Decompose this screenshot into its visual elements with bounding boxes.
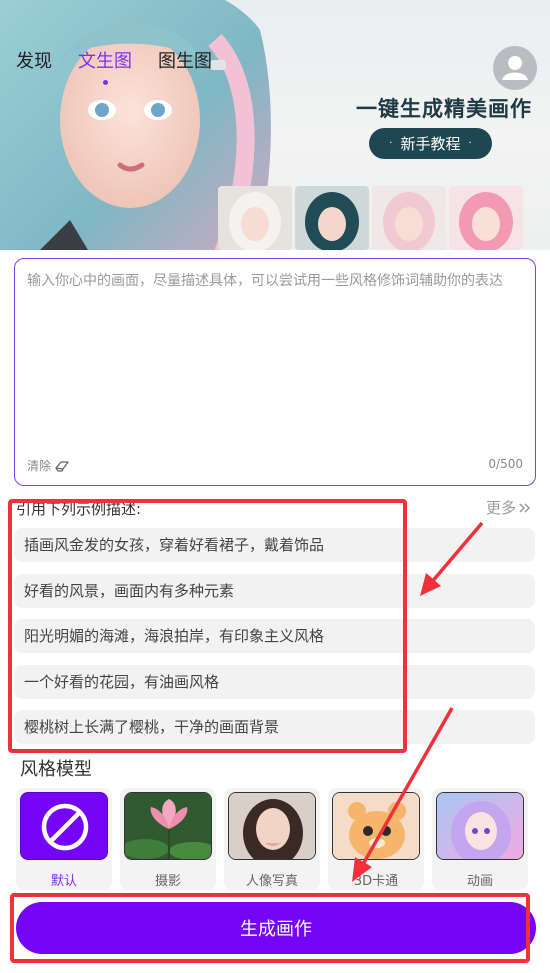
ban-icon	[20, 792, 108, 860]
anime-girl-thumbnail	[436, 792, 524, 860]
tutorial-dot-left: ·	[389, 138, 393, 149]
prompt-box: 清除 0/500	[14, 258, 536, 486]
more-label: 更多	[486, 499, 517, 517]
eraser-icon	[55, 460, 69, 472]
example-item[interactable]: 插画风金发的女孩，穿着好看裙子，戴着饰品	[14, 528, 535, 562]
banner-slogan: 一键生成精美画作	[356, 97, 532, 121]
lotus-photo-thumbnail	[124, 792, 212, 860]
double-chevron-right-icon	[519, 502, 531, 513]
banner-sample-thumbnails	[218, 186, 523, 250]
tab-discover[interactable]: 发现	[16, 50, 52, 74]
style-models-title: 风格模型	[20, 759, 92, 780]
char-counter: 0/500	[488, 457, 523, 471]
example-item[interactable]: 樱桃树上长满了樱桃，干净的画面背景	[14, 710, 535, 744]
style-model-3d-cartoon[interactable]: 3D卡通	[328, 788, 424, 890]
style-model-photo[interactable]: 摄影	[120, 788, 216, 890]
example-item[interactable]: 阳光明媚的海滩，海浪拍岸，有印象主义风格	[14, 619, 535, 653]
style-model-label: 默认	[50, 874, 77, 889]
more-examples-link[interactable]: 更多	[486, 497, 532, 518]
tutorial-button[interactable]: · 新手教程 ·	[369, 128, 492, 159]
sample-thumb-pink-hair	[449, 186, 523, 250]
generate-button[interactable]: 生成画作	[16, 902, 536, 954]
style-model-label: 动画	[466, 874, 493, 889]
style-model-list: 默认 摄影 人像写真 3D卡通 动画	[16, 788, 528, 890]
tab-text-to-image[interactable]: 文生图	[78, 50, 132, 85]
style-model-default[interactable]: 默认	[16, 788, 112, 890]
example-item[interactable]: 一个好看的花园，有油画风格	[14, 665, 535, 699]
examples-title: 引用下列示例描述:	[16, 500, 142, 518]
user-avatar-icon[interactable]	[493, 46, 537, 90]
example-item[interactable]: 好看的风景，画面内有多种元素	[14, 574, 535, 608]
portrait-photo-thumbnail	[228, 792, 316, 860]
style-model-portrait[interactable]: 人像写真	[224, 788, 320, 890]
clear-button-label: 清除	[27, 459, 52, 473]
top-tabs: 发现 文生图 图生图	[16, 50, 212, 85]
style-model-label: 3D卡通	[353, 874, 399, 889]
sample-thumb-white-hair	[218, 186, 292, 250]
hero-banner: 发现 文生图 图生图 一键生成精美画作 · 新手教程 ·	[0, 0, 550, 250]
clear-button[interactable]: 清除	[27, 457, 70, 474]
sample-thumb-pink-white-hair	[372, 186, 446, 250]
tutorial-button-label: 新手教程	[400, 135, 461, 153]
style-model-label: 摄影	[154, 874, 181, 889]
style-model-anime[interactable]: 动画	[432, 788, 528, 890]
prompt-input[interactable]	[27, 271, 523, 451]
tab-image-to-image[interactable]: 图生图	[158, 50, 212, 74]
sample-thumb-teal-hair	[295, 186, 369, 250]
cartoon-hamster-thumbnail	[332, 792, 420, 860]
tutorial-dot-right: ·	[468, 138, 472, 149]
style-model-label: 人像写真	[245, 874, 298, 889]
